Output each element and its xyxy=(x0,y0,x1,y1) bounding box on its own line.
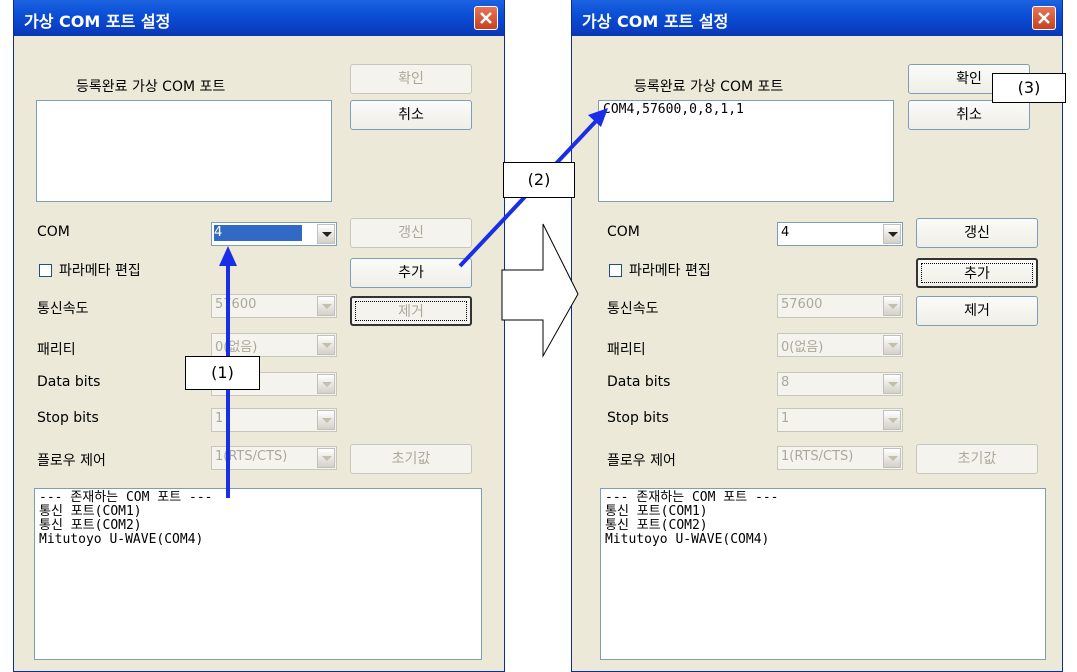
annotation-overlay xyxy=(219,108,608,498)
step2-callout: (2) xyxy=(503,162,575,198)
transition-arrow xyxy=(501,223,579,358)
step3-callout: (3) xyxy=(992,73,1066,103)
step1-callout: (1) xyxy=(185,356,260,390)
